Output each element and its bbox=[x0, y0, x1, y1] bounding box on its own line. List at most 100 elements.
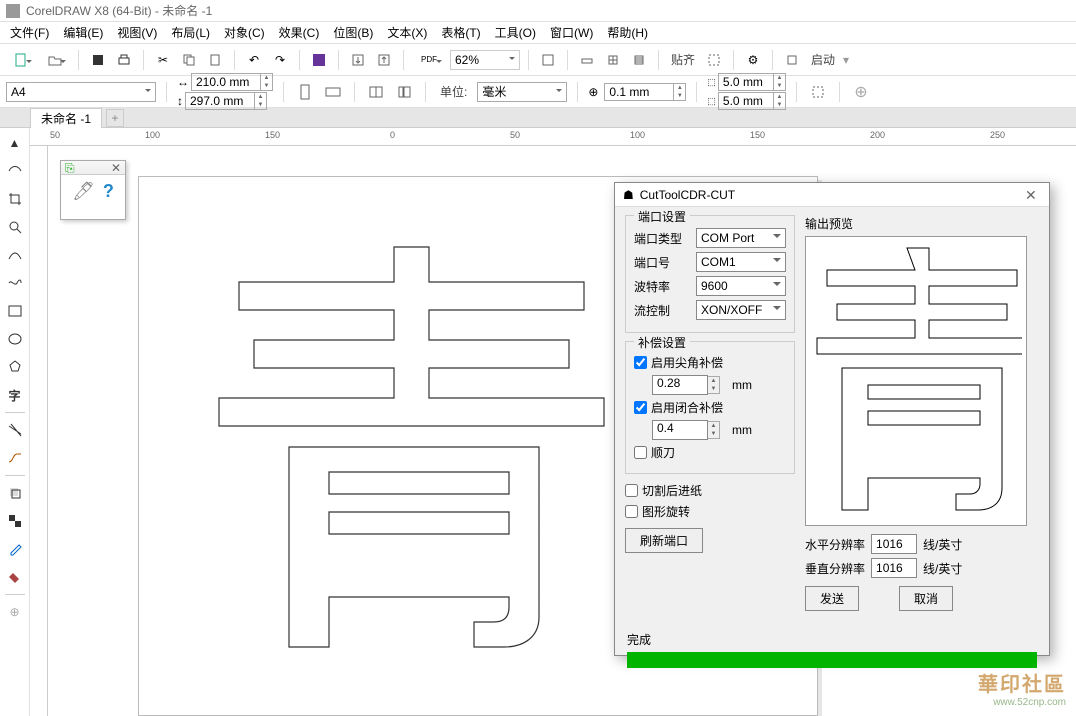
connector-tool[interactable] bbox=[4, 447, 26, 469]
palette-pin-icon[interactable]: ⎘ bbox=[65, 161, 75, 174]
vres-input[interactable] bbox=[871, 558, 917, 578]
document-tab[interactable]: 未命名 -1 bbox=[30, 108, 102, 128]
landscape-button[interactable] bbox=[322, 81, 344, 103]
undo-button[interactable]: ↶ bbox=[243, 49, 265, 71]
rectangle-tool[interactable] bbox=[4, 300, 26, 322]
options-button[interactable]: ⚙ bbox=[742, 49, 764, 71]
palette-header[interactable]: ⎘✕ bbox=[61, 161, 125, 175]
artistic-tool[interactable] bbox=[4, 272, 26, 294]
close-spinner[interactable]: ▲▼ bbox=[708, 421, 720, 439]
crop-tool[interactable] bbox=[4, 188, 26, 210]
print-button[interactable] bbox=[113, 49, 135, 71]
ellipse-tool[interactable] bbox=[4, 328, 26, 350]
pick-tool[interactable]: ▲ bbox=[4, 132, 26, 154]
all-pages-button[interactable] bbox=[365, 81, 387, 103]
rulers-button[interactable] bbox=[576, 49, 598, 71]
zoom-combo[interactable]: 62% bbox=[450, 50, 520, 70]
close-comp-check[interactable] bbox=[634, 401, 647, 414]
flow-select[interactable]: XON/XOFF bbox=[696, 300, 786, 320]
units-combo[interactable]: 毫米 bbox=[477, 82, 567, 102]
menu-layout[interactable]: 布局(L) bbox=[171, 24, 210, 41]
dialog-close-button[interactable]: ✕ bbox=[1025, 187, 1041, 203]
launch-label[interactable]: 启动 bbox=[811, 51, 835, 68]
watermark: 華印社區 www.52cnp.com bbox=[978, 668, 1066, 708]
add-doc-tab[interactable]: + bbox=[106, 109, 124, 127]
fullscreen-button[interactable] bbox=[537, 49, 559, 71]
dup-x-spinner[interactable]: ▲▼ bbox=[774, 73, 786, 91]
shape-tool[interactable] bbox=[4, 160, 26, 182]
page-height-spinner[interactable]: ▲▼ bbox=[255, 92, 267, 110]
menu-file[interactable]: 文件(F) bbox=[10, 24, 49, 41]
port-number-select[interactable]: COM1 bbox=[696, 252, 786, 272]
sharp-spinner[interactable]: ▲▼ bbox=[708, 376, 720, 394]
refresh-port-button[interactable]: 刷新端口 bbox=[625, 528, 703, 553]
page-width-spinner[interactable]: ▲▼ bbox=[261, 73, 273, 91]
menu-table[interactable]: 表格(T) bbox=[441, 24, 480, 41]
rotate-check[interactable] bbox=[625, 505, 638, 518]
pdf-button[interactable]: PDF bbox=[412, 49, 446, 71]
menu-window[interactable]: 窗口(W) bbox=[550, 24, 593, 41]
parallel-tool[interactable] bbox=[4, 419, 26, 441]
dup-y-spinner[interactable]: ▲▼ bbox=[774, 92, 786, 110]
grid-button[interactable] bbox=[602, 49, 624, 71]
eyedropper-tool[interactable] bbox=[4, 538, 26, 560]
menu-tools[interactable]: 工具(O) bbox=[495, 24, 536, 41]
port-type-select[interactable]: COM Port bbox=[696, 228, 786, 248]
dialog-titlebar[interactable]: ☗CutToolCDR-CUT ✕ bbox=[615, 183, 1049, 207]
menu-effects[interactable]: 效果(C) bbox=[279, 24, 320, 41]
palette-close-icon[interactable]: ✕ bbox=[111, 161, 121, 174]
shadow-tool[interactable] bbox=[4, 482, 26, 504]
dup-y-input[interactable]: 5.0 mm bbox=[718, 92, 774, 110]
snap-label[interactable]: 贴齐 bbox=[671, 51, 695, 68]
send-button[interactable]: 发送 bbox=[805, 586, 859, 611]
paper-size-combo[interactable]: A4 bbox=[6, 82, 156, 102]
copy-button[interactable] bbox=[178, 49, 200, 71]
more-tools[interactable]: ⊕ bbox=[4, 601, 26, 623]
text-tool[interactable]: 字 bbox=[4, 384, 26, 406]
current-page-button[interactable] bbox=[393, 81, 415, 103]
floating-palette[interactable]: ⎘✕ 🖊 ? bbox=[60, 160, 126, 220]
guides-button[interactable] bbox=[628, 49, 650, 71]
launch-button[interactable] bbox=[781, 49, 803, 71]
polygon-tool[interactable] bbox=[4, 356, 26, 378]
import-button[interactable] bbox=[347, 49, 369, 71]
fill-tool[interactable] bbox=[4, 566, 26, 588]
page-height-input[interactable]: 297.0 mm bbox=[185, 92, 255, 110]
redo-button[interactable]: ↷ bbox=[269, 49, 291, 71]
close-value-input[interactable]: 0.4 bbox=[652, 420, 708, 440]
hres-input[interactable] bbox=[871, 534, 917, 554]
cancel-button[interactable]: 取消 bbox=[899, 586, 953, 611]
menu-edit[interactable]: 编辑(E) bbox=[63, 24, 103, 41]
progress-bar bbox=[627, 652, 1037, 668]
cut-button[interactable]: ✂ bbox=[152, 49, 174, 71]
menu-object[interactable]: 对象(C) bbox=[224, 24, 265, 41]
zoom-tool[interactable] bbox=[4, 216, 26, 238]
followknife-check[interactable] bbox=[634, 446, 647, 459]
open-button[interactable] bbox=[40, 49, 70, 71]
nudge-spinner[interactable]: ▲▼ bbox=[674, 83, 686, 101]
sharp-comp-check[interactable] bbox=[634, 356, 647, 369]
search-button[interactable] bbox=[308, 49, 330, 71]
menu-text[interactable]: 文本(X) bbox=[387, 24, 427, 41]
menu-help[interactable]: 帮助(H) bbox=[607, 24, 648, 41]
snap-options[interactable] bbox=[703, 49, 725, 71]
nudge-input[interactable]: 0.1 mm bbox=[604, 83, 674, 101]
plugin-tool-icon[interactable]: 🖊 bbox=[72, 181, 95, 202]
new-button[interactable] bbox=[6, 49, 36, 71]
baud-select[interactable]: 9600 bbox=[696, 276, 786, 296]
export-button[interactable] bbox=[373, 49, 395, 71]
sharp-value-input[interactable]: 0.28 bbox=[652, 375, 708, 395]
menu-view[interactable]: 视图(V) bbox=[117, 24, 157, 41]
page-width-input[interactable]: 210.0 mm bbox=[191, 73, 261, 91]
paste-button[interactable] bbox=[204, 49, 226, 71]
add-button[interactable]: ⊕ bbox=[850, 81, 872, 103]
portrait-button[interactable] bbox=[294, 81, 316, 103]
feed-check[interactable] bbox=[625, 484, 638, 497]
freehand-tool[interactable] bbox=[4, 244, 26, 266]
treat-as-filled-button[interactable] bbox=[807, 81, 829, 103]
menu-bitmap[interactable]: 位图(B) bbox=[333, 24, 373, 41]
transparency-tool[interactable] bbox=[4, 510, 26, 532]
save-button[interactable] bbox=[87, 49, 109, 71]
plugin-help-icon[interactable]: ? bbox=[103, 181, 114, 202]
dup-x-input[interactable]: 5.0 mm bbox=[718, 73, 774, 91]
